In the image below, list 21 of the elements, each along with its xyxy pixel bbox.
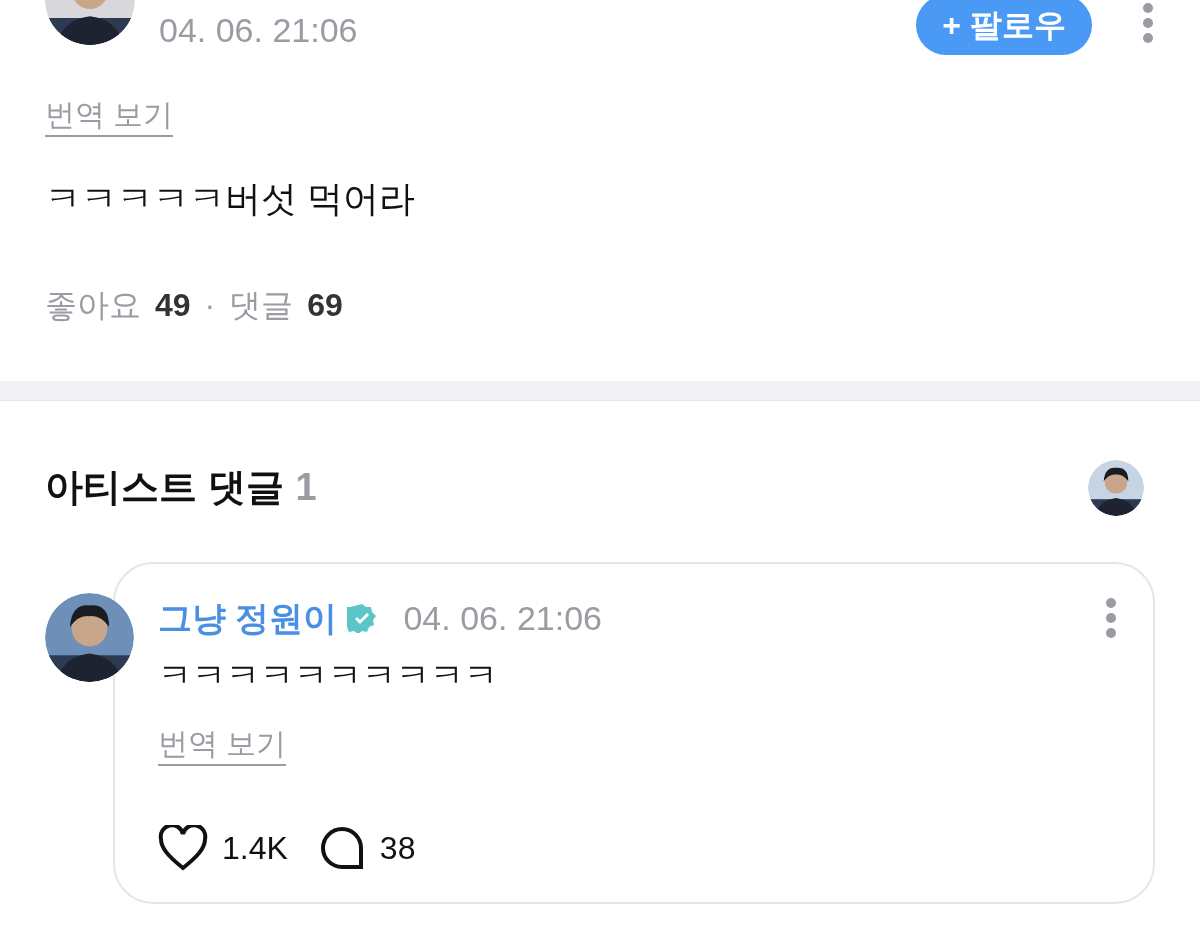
comments-label: 댓글: [229, 289, 294, 321]
likes-label: 좋아요: [45, 289, 141, 321]
separator: ·: [204, 289, 216, 321]
follow-button[interactable]: + 팔로우: [916, 0, 1092, 55]
more-options-icon[interactable]: [1104, 596, 1118, 640]
post-date: 04. 06. 21:06: [159, 13, 358, 47]
comment-text: ㅋㅋㅋㅋㅋㅋㅋㅋㅋㅋ: [158, 658, 498, 692]
comment-count: 1: [295, 465, 317, 510]
translate-link[interactable]: 번역 보기: [45, 97, 174, 137]
speech-bubble-icon[interactable]: [319, 826, 364, 870]
reply-count: 38: [379, 829, 416, 868]
translate-link[interactable]: 번역 보기: [158, 726, 287, 766]
comment-date: 04. 06. 21:06: [403, 601, 602, 635]
author-name[interactable]: 그냥 정원이: [158, 601, 338, 635]
more-options-icon[interactable]: [1141, 0, 1155, 45]
like-count: 1.4K: [222, 829, 288, 868]
post-text: ㅋㅋㅋㅋㅋ버섯 먹어라: [44, 177, 416, 217]
likes-count: 49: [155, 289, 191, 321]
section-title: 아티스트 댓글: [45, 465, 284, 510]
heart-icon[interactable]: [158, 825, 208, 871]
comments-count: 69: [307, 289, 343, 321]
